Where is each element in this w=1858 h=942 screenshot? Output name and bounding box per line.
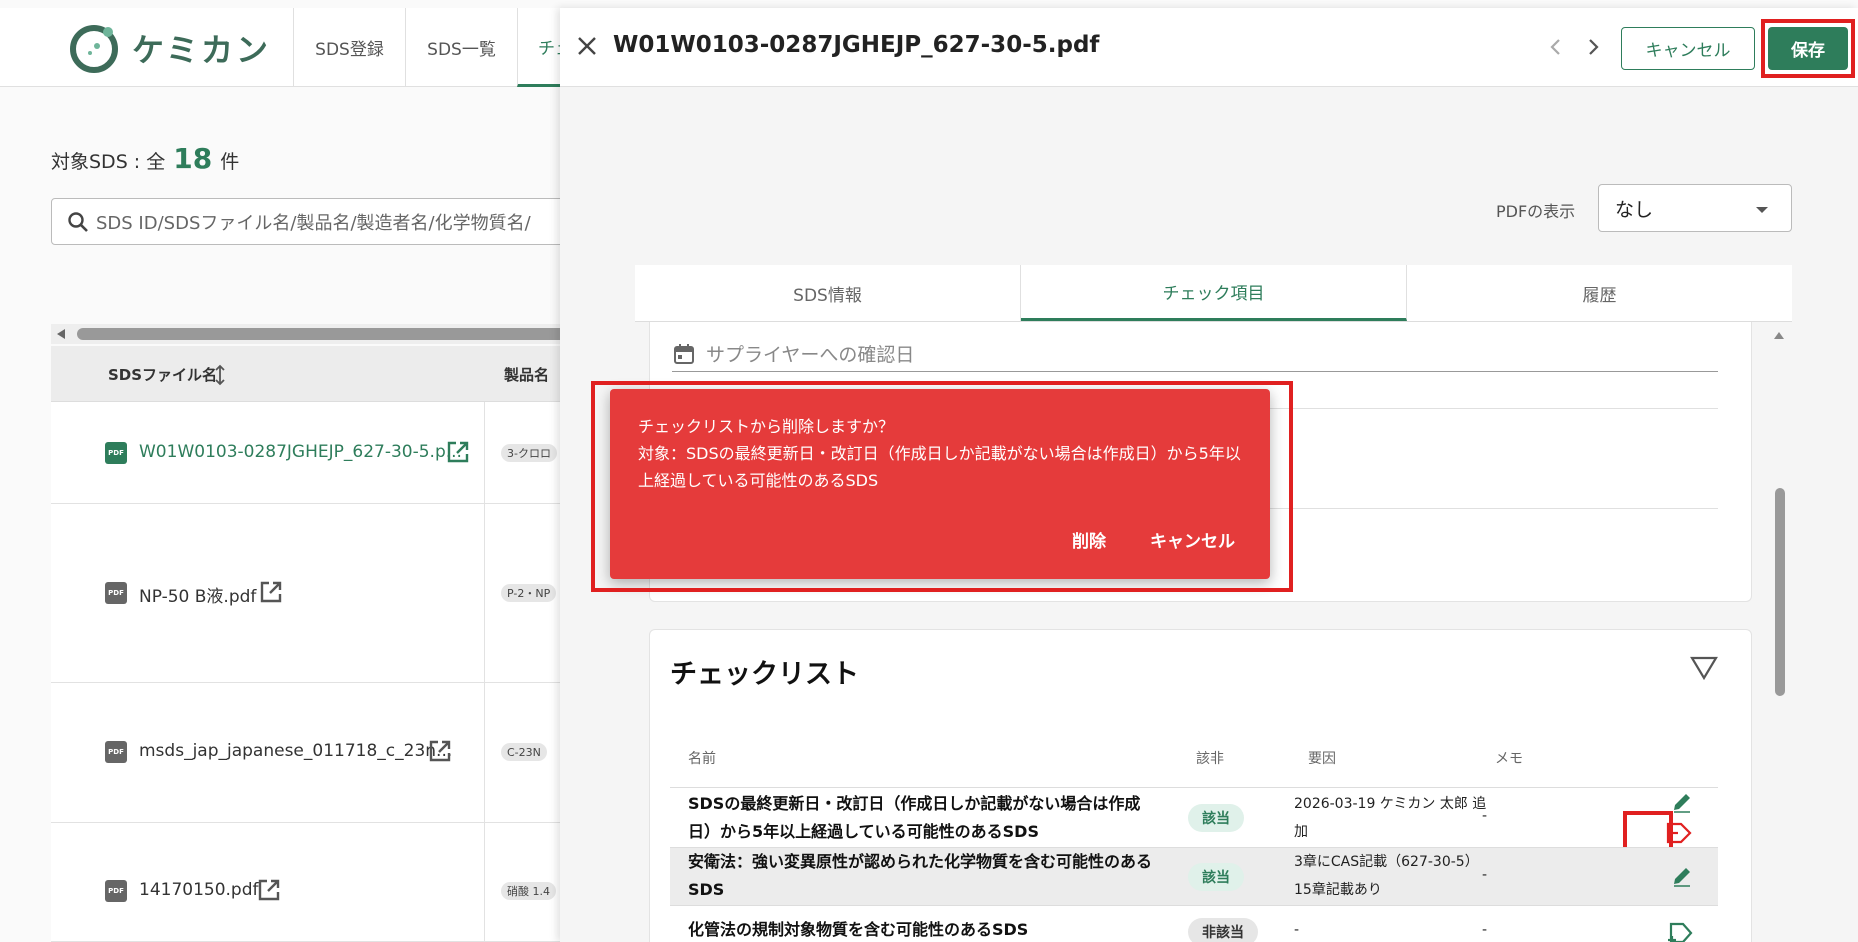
file-name-link[interactable]: NP-50 B液.pdf	[139, 582, 256, 607]
chevron-right-icon[interactable]	[1582, 36, 1604, 58]
count-prefix: 対象SDS : 全	[51, 151, 166, 173]
column-divider	[484, 504, 485, 682]
column-header-product[interactable]: 製品名	[504, 364, 549, 385]
pdf-file-icon: PDF	[105, 741, 127, 763]
column-divider	[484, 683, 485, 822]
pdf-file-icon: PDF	[105, 582, 127, 604]
nav-tab-sds-list[interactable]: SDS一覧	[405, 8, 517, 87]
column-header-status: 該非	[1196, 751, 1224, 767]
table-header: SDSファイル名 製品名	[51, 346, 591, 402]
open-external-icon[interactable]	[259, 580, 283, 604]
pdf-file-icon: PDF	[105, 880, 127, 902]
add-tag-icon[interactable]	[1667, 920, 1695, 942]
open-external-icon[interactable]	[257, 878, 281, 902]
edit-icon[interactable]	[1671, 865, 1693, 887]
table-row[interactable]: PDF msds_jap_japanese_011718_c_23n... C-…	[51, 683, 591, 823]
column-divider	[484, 402, 485, 503]
status-chip: 該当	[1188, 804, 1244, 832]
sort-icon[interactable]	[213, 364, 227, 386]
checklist-item-name: 化管法の規制対象物質を含む可能性のあるSDS	[688, 920, 1029, 939]
delete-button[interactable]: 削除	[1072, 527, 1106, 552]
table-row[interactable]: PDF NP-50 B液.pdf P-2・NP	[51, 504, 591, 683]
checklist-item-name: 安衛法：強い変異原性が認められた化学物質を含む可能性のあるSDS	[688, 852, 1153, 899]
tab-history[interactable]: 履歴	[1407, 265, 1792, 321]
pdf-file-icon: PDF	[105, 442, 127, 464]
dialog-cancel-button[interactable]: キャンセル	[1150, 527, 1235, 552]
column-header-memo: メモ	[1495, 751, 1523, 767]
dialog-message: チェックリストから削除しますか？ 対象：SDSの最終更新日・改訂日（作成日しか記…	[638, 417, 1241, 490]
logo[interactable]: ケミカン	[68, 22, 271, 74]
reason-text: 2026-03-19 ケミカン 太郎 追加	[1294, 796, 1487, 840]
vertical-scroll-thumb[interactable]	[1775, 488, 1785, 696]
pdf-view-select[interactable]: なし	[1598, 184, 1792, 232]
checklist-row[interactable]: 安衛法：強い変異原性が認められた化学物質を含む可能性のあるSDS 該当 3章にC…	[670, 847, 1718, 905]
logo-text: ケミカン	[132, 31, 272, 69]
column-header-reason: 要因	[1308, 751, 1336, 767]
checklist-title: チェックリスト	[670, 659, 859, 690]
tab-sds-info[interactable]: SDS情報	[635, 265, 1021, 321]
status-chip: 非該当	[1188, 918, 1258, 942]
file-name-link[interactable]: W01W0103-0287JGHEJP_627-30-5.p...	[139, 442, 462, 462]
checklist-item-name: SDSの最終更新日・改訂日（作成日しか記載がない場合は作成日）から5年以上経過し…	[688, 794, 1141, 841]
status-chip: 該当	[1188, 863, 1244, 891]
supplier-confirm-date-field[interactable]: サプライヤーへの確認日	[672, 336, 1718, 372]
filter-icon[interactable]	[1690, 656, 1718, 680]
detail-tabs: SDS情報 チェック項目 履歴	[635, 265, 1792, 322]
file-name-link[interactable]: 14170150.pdf	[139, 880, 259, 900]
count-value: 18	[173, 142, 213, 175]
open-external-icon[interactable]	[446, 440, 470, 464]
memo-text: -	[1482, 867, 1488, 883]
scroll-left-arrow-icon[interactable]	[55, 328, 67, 340]
chevron-left-icon[interactable]	[1545, 36, 1567, 58]
delete-confirm-dialog: チェックリストから削除しますか？ 対象：SDSの最終更新日・改訂日（作成日しか記…	[610, 389, 1270, 579]
reason-text: -	[1294, 922, 1300, 938]
date-placeholder: サプライヤーへの確認日	[706, 344, 915, 366]
horizontal-scrollbar[interactable]	[51, 324, 597, 344]
product-chip: C-23N	[501, 743, 547, 761]
drawer-header: W01W0103-0287JGHEJP_627-30-5.pdf キャンセル 保…	[560, 8, 1858, 87]
search-icon	[68, 211, 88, 232]
checklist-row[interactable]: SDSの最終更新日・改訂日（作成日しか記載がない場合は作成日）から5年以上経過し…	[670, 787, 1718, 847]
search-placeholder: SDS ID/SDSファイル名/製品名/製造者名/化学物質名/	[96, 212, 531, 234]
dropdown-arrow-icon	[1756, 207, 1768, 213]
table-row[interactable]: PDF W01W0103-0287JGHEJP_627-30-5.p... 3-…	[51, 402, 591, 504]
checklist-card: チェックリスト 名前 該非 要因 メモ SDSの最終更新日・改訂日（作成日しか記…	[649, 629, 1752, 942]
document-title: W01W0103-0287JGHEJP_627-30-5.pdf	[613, 32, 1100, 58]
pdf-view-label: PDFの表示	[1496, 202, 1576, 221]
edit-icon[interactable]	[1671, 791, 1693, 813]
tab-check-items[interactable]: チェック項目	[1021, 265, 1407, 321]
memo-text: -	[1482, 922, 1488, 938]
pdf-view-value: なし	[1615, 198, 1654, 221]
save-button[interactable]: 保存	[1768, 27, 1848, 70]
horizontal-scroll-thumb[interactable]	[77, 328, 597, 340]
scroll-up-arrow-icon[interactable]	[1773, 330, 1785, 340]
reason-text: 3章にCAS記載（627-30-5）15章記載あり	[1294, 854, 1479, 898]
close-icon[interactable]	[574, 33, 600, 59]
logo-icon	[70, 25, 118, 73]
calendar-icon[interactable]	[672, 342, 696, 366]
product-chip: P-2・NP	[501, 584, 557, 602]
column-header-name: 名前	[688, 751, 716, 767]
column-divider	[484, 823, 485, 941]
product-chip: 硝酸 1.4	[501, 882, 556, 900]
remove-tag-icon[interactable]	[1664, 820, 1694, 846]
search-input[interactable]: SDS ID/SDSファイル名/製品名/製造者名/化学物質名/	[51, 198, 591, 245]
table-row[interactable]: PDF 14170150.pdf 硝酸 1.4	[51, 823, 591, 942]
column-header-filename[interactable]: SDSファイル名	[108, 364, 217, 385]
cancel-button[interactable]: キャンセル	[1621, 27, 1755, 70]
product-chip: 3-クロロ	[501, 444, 557, 462]
file-name-link[interactable]: msds_jap_japanese_011718_c_23n...	[139, 741, 452, 761]
memo-text: -	[1482, 808, 1488, 824]
open-external-icon[interactable]	[428, 739, 452, 763]
nav-tab-sds-register[interactable]: SDS登録	[293, 8, 405, 87]
sds-count: 対象SDS : 全 18 件	[51, 142, 239, 175]
checklist-row[interactable]: 化管法の規制対象物質を含む可能性のあるSDS 非該当 - -	[670, 905, 1718, 942]
count-suffix: 件	[220, 151, 240, 173]
